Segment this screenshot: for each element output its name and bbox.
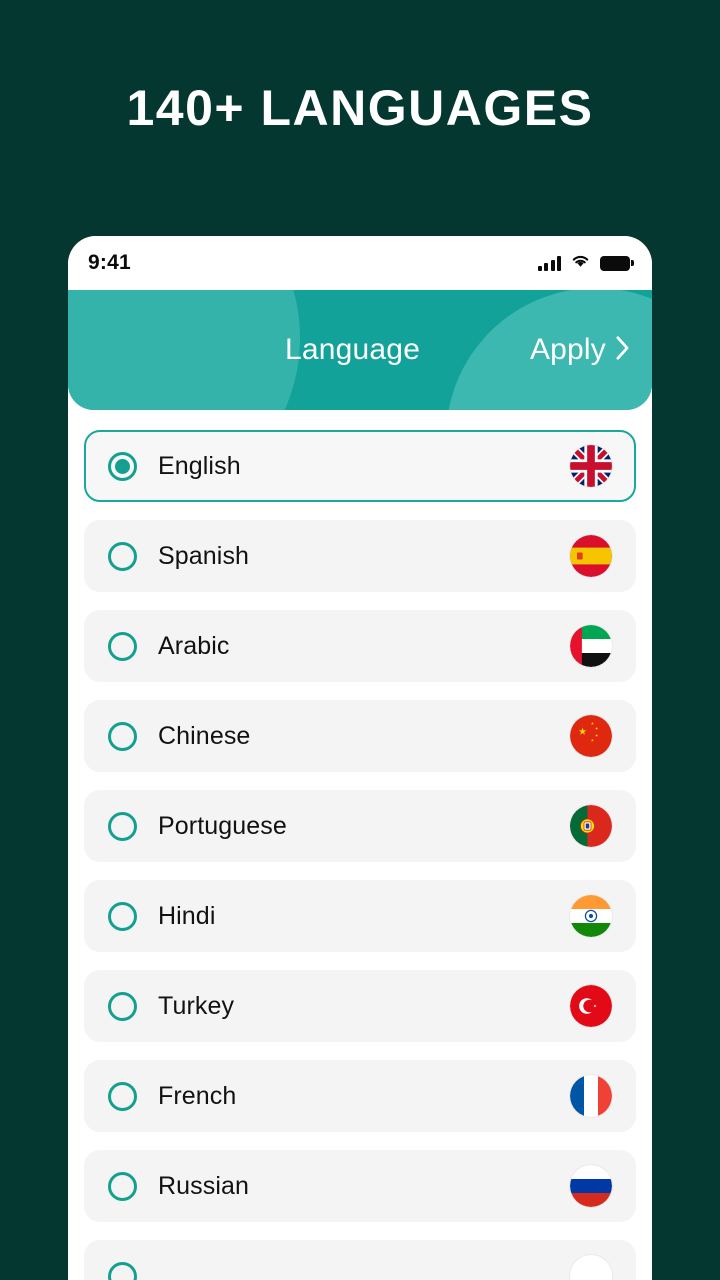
language-label: English bbox=[158, 451, 241, 480]
radio-unselected-icon[interactable] bbox=[108, 991, 137, 1021]
language-label: Russian bbox=[158, 1171, 250, 1200]
flag-uk-icon bbox=[570, 445, 612, 487]
language-row[interactable]: Hindi bbox=[84, 880, 636, 952]
language-label: Spanish bbox=[158, 541, 250, 570]
language-label: French bbox=[158, 1081, 237, 1110]
flag-spain-icon bbox=[570, 535, 612, 577]
language-label: Arabic bbox=[158, 631, 230, 660]
page-title: 140+ LANGUAGES bbox=[126, 80, 594, 136]
language-row[interactable]: French bbox=[84, 1060, 636, 1132]
language-label: Hindi bbox=[158, 901, 216, 930]
chevron-right-icon bbox=[615, 335, 630, 366]
flag-partial-icon bbox=[570, 1255, 612, 1280]
flag-uae-icon bbox=[570, 625, 612, 667]
language-row[interactable]: Arabic bbox=[84, 610, 636, 682]
radio-unselected-icon[interactable] bbox=[108, 631, 137, 661]
flag-france-icon bbox=[570, 1075, 612, 1117]
language-row[interactable]: Chinese bbox=[84, 700, 636, 772]
status-bar-time: 9:41 bbox=[88, 251, 131, 274]
status-bar: 9:41 bbox=[68, 236, 652, 290]
radio-unselected-icon[interactable] bbox=[108, 541, 137, 571]
wifi-icon bbox=[570, 253, 591, 273]
language-row[interactable]: Portuguese bbox=[84, 790, 636, 862]
apply-button-label: Apply bbox=[529, 333, 606, 366]
language-row[interactable]: Russian bbox=[84, 1150, 636, 1222]
app-bar-title: Language bbox=[285, 333, 421, 366]
flag-india-icon bbox=[570, 895, 612, 937]
flag-portugal-icon bbox=[570, 805, 612, 847]
radio-unselected-icon[interactable] bbox=[108, 901, 137, 931]
radio-unselected-icon[interactable] bbox=[108, 1171, 137, 1201]
flag-turkey-icon bbox=[570, 985, 612, 1027]
flag-russia-icon bbox=[570, 1165, 612, 1207]
language-label: Turkey bbox=[158, 991, 235, 1020]
language-row[interactable]: English bbox=[84, 430, 636, 502]
signal-bars-icon bbox=[537, 255, 561, 271]
language-label: Portuguese bbox=[158, 811, 287, 840]
language-row[interactable] bbox=[84, 1240, 636, 1280]
app-bar: Language Apply bbox=[68, 290, 652, 410]
phone-mockup: 9:41 Language Apply English Spanish Arab… bbox=[68, 236, 652, 1280]
radio-unselected-icon[interactable] bbox=[108, 1081, 137, 1111]
language-row[interactable]: Spanish bbox=[84, 520, 636, 592]
language-label: Chinese bbox=[158, 721, 251, 750]
radio-unselected-icon[interactable] bbox=[108, 811, 137, 841]
battery-full-icon bbox=[600, 255, 634, 271]
language-row[interactable]: Turkey bbox=[84, 970, 636, 1042]
radio-unselected-icon[interactable] bbox=[108, 1261, 137, 1280]
apply-button[interactable]: Apply bbox=[530, 333, 630, 367]
radio-unselected-icon[interactable] bbox=[108, 721, 137, 751]
language-list: English Spanish Arabic Chinese Portugues… bbox=[68, 410, 652, 1280]
radio-selected-icon[interactable] bbox=[108, 451, 137, 481]
flag-china-icon bbox=[570, 715, 612, 757]
status-bar-icons bbox=[537, 253, 634, 273]
